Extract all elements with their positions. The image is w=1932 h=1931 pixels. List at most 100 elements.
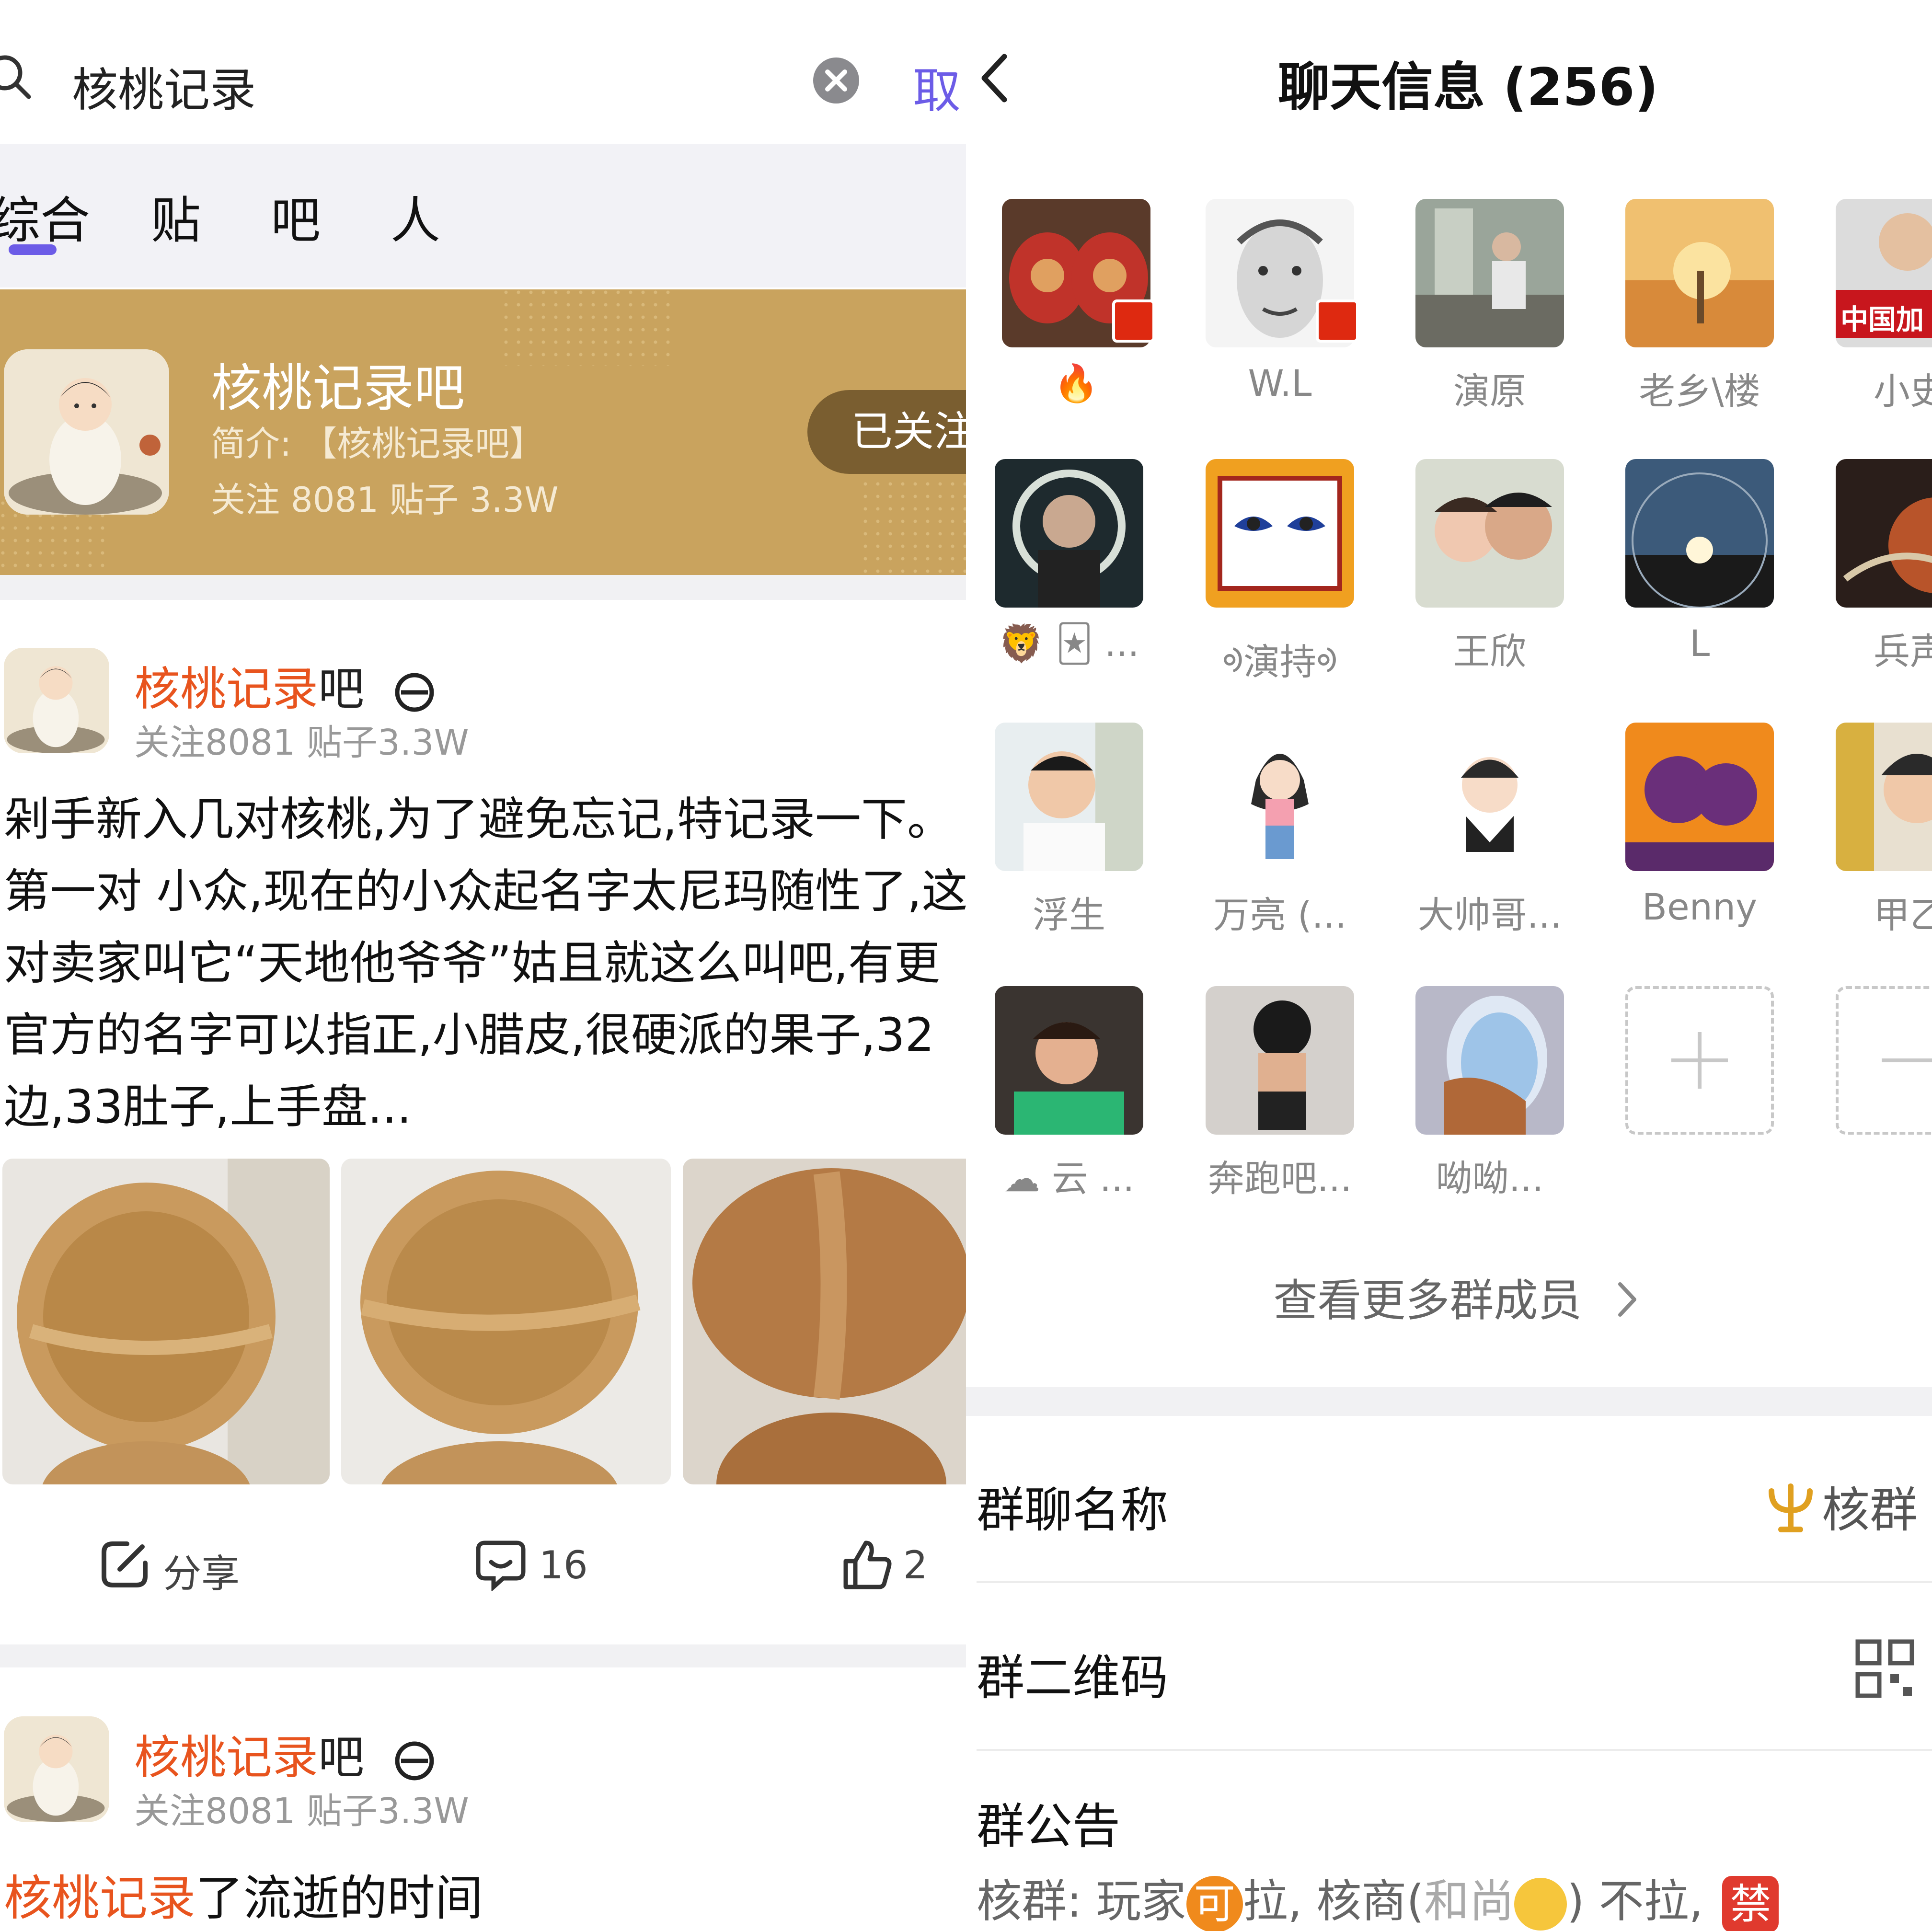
forum-intro: 简介: 【核桃记录吧】 <box>211 424 544 464</box>
page-title: 聊天信息 (256) <box>1278 57 1658 117</box>
member-name: 兵声 <box>1874 630 1932 673</box>
member-name: L <box>1689 622 1710 665</box>
clear-icon[interactable] <box>812 57 860 104</box>
post-text-line: 剁手新入几对核桃,为了避免忘记,特记录一下。 <box>4 793 954 846</box>
see-more-members-link[interactable]: 查看更多群成员 <box>966 1265 1932 1329</box>
row-divider <box>977 1581 1932 1583</box>
member-avatar[interactable]: 兵声 <box>1836 459 1932 684</box>
post-forum-name[interactable]: 核桃记录吧 <box>134 1720 436 1787</box>
member-avatar[interactable]: 万亮 (... <box>1206 723 1354 948</box>
member-avatar[interactable]: 王欣 <box>1415 459 1564 684</box>
avatar-badge-text: 中国加 <box>1840 303 1924 336</box>
member-name: 演原 <box>1453 370 1526 413</box>
see-more-label: 查看更多群成员 <box>1273 1275 1582 1326</box>
member-photo <box>1415 199 1564 347</box>
member-avatar[interactable]: 演原 <box>1415 199 1564 424</box>
post-avatar[interactable] <box>4 648 109 753</box>
member-name: 🔥 <box>1053 362 1099 404</box>
member-photo <box>1415 459 1564 608</box>
cancel-button[interactable]: 取 <box>913 52 961 121</box>
member-avatar[interactable]: ᢀ演持ᢀ <box>1206 459 1354 684</box>
post-forum-name[interactable]: 核桃记录吧 <box>134 652 436 718</box>
comment-icon[interactable] <box>474 1538 527 1593</box>
post-body[interactable]: 剁手新入几对核桃,为了避免忘记,特记录一下。 第一对 小众,现在的小众起名字太尼… <box>4 783 966 1143</box>
member-avatar[interactable]: 甲乙 <box>1836 723 1932 948</box>
share-button[interactable]: 分享 <box>163 1543 240 1598</box>
post-title[interactable]: 核桃记录了流逝的时间 <box>4 1859 483 1929</box>
group-name-value[interactable]: 核群 <box>1760 1471 1918 1546</box>
member-avatar[interactable]: L <box>1625 459 1774 684</box>
search-input[interactable]: 核桃记录 <box>72 53 256 119</box>
member-avatar[interactable]: 奔跑吧... <box>1206 986 1354 1211</box>
post-forum-stats: 关注8081 贴子3.3W <box>134 722 469 763</box>
walnut-photo[interactable] <box>341 1159 671 1484</box>
post-avatar[interactable] <box>4 1716 109 1822</box>
qr-code-icon[interactable] <box>1855 1639 1915 1701</box>
can-badge: 可 <box>1186 1876 1243 1931</box>
screenshot-root: 核桃记录 取 综合 贴 吧 人 核桃记录吧 简介: 【核桃记录吧】 关注 808… <box>0 0 1932 1931</box>
member-name: 甲乙 <box>1874 894 1932 936</box>
member-avatar[interactable]: 老乡\楼 <box>1625 199 1774 424</box>
member-avatar[interactable]: W.L <box>1206 199 1359 424</box>
group-name-text: 核群 <box>1822 1482 1918 1538</box>
remove-member-button[interactable] <box>1836 986 1932 1135</box>
post-text-line: 官方的名字可以指正,小腊皮,很硬派的果子,32 <box>4 1008 934 1062</box>
member-photo <box>995 723 1143 871</box>
row-divider <box>977 1749 1932 1751</box>
forum-level-icon <box>393 1740 436 1782</box>
share-icon[interactable] <box>98 1538 151 1593</box>
member-avatar[interactable]: 🔥 <box>1002 199 1155 424</box>
group-notice-text[interactable]: 核群: 玩家可拉, 核商(和尚) 不拉, 禁 <box>977 1865 1779 1931</box>
like-count[interactable]: 2 <box>903 1543 928 1587</box>
group-name-label[interactable]: 群聊名称 <box>977 1471 1168 1540</box>
title-rest: 了流逝的时间 <box>196 1870 483 1926</box>
chevron-right-icon <box>1615 1278 1639 1329</box>
walnut-photo[interactable] <box>683 1159 966 1484</box>
member-avatar[interactable]: 大帅哥... <box>1415 723 1564 948</box>
post-text-line: 对卖家叫它“天地他爷爷”姑且就这么叫吧,有更 <box>4 936 940 990</box>
qr-code-label[interactable]: 群二维码 <box>977 1639 1168 1708</box>
tab-bar <box>0 144 966 287</box>
notice-segment: 和尚 <box>1424 1875 1515 1928</box>
member-name: Benny <box>1642 885 1758 928</box>
group-notice-label[interactable]: 群公告 <box>977 1787 1120 1857</box>
member-photo <box>1625 723 1774 871</box>
post-forum-stats: 关注8081 贴子3.3W <box>134 1791 469 1832</box>
member-name: 大帅哥... <box>1417 894 1562 936</box>
member-avatar[interactable]: 🦁 🃏 ... <box>995 459 1143 684</box>
search-icon <box>0 54 34 102</box>
add-member-button[interactable] <box>1625 986 1774 1135</box>
tab-people[interactable]: 人 <box>391 180 440 252</box>
section-divider <box>0 1644 966 1667</box>
forum-stats: 关注 8081 贴子 3.3W <box>211 480 559 520</box>
tab-all[interactable]: 综合 <box>0 180 90 252</box>
member-avatar[interactable]: 中国加 小史 <box>1836 199 1932 424</box>
member-name: 呦呦... <box>1436 1157 1544 1200</box>
tab-posts[interactable]: 贴 <box>151 180 201 252</box>
forum-name-suffix: 吧 <box>318 1731 364 1784</box>
member-name: ☁ 云 ... <box>1003 1157 1135 1200</box>
member-name: 老乡\楼 <box>1639 370 1760 413</box>
section-divider <box>0 575 966 600</box>
notice-segment: 核群: 玩家 <box>977 1875 1186 1928</box>
search-results-pane: 核桃记录 取 综合 贴 吧 人 核桃记录吧 简介: 【核桃记录吧】 关注 808… <box>0 0 966 1931</box>
walnut-photo[interactable] <box>2 1159 330 1484</box>
forum-name-highlight: 核桃记录 <box>134 1731 318 1784</box>
post-text-line: 边,33肚子,上手盘... <box>4 1080 412 1134</box>
forbidden-badge: 禁 <box>1722 1876 1779 1931</box>
like-icon[interactable] <box>841 1538 894 1593</box>
dot-pattern-decoration <box>862 481 966 575</box>
member-avatar[interactable]: 呦呦... <box>1415 986 1564 1211</box>
member-photo <box>1625 199 1774 347</box>
member-photo <box>1415 986 1564 1135</box>
notice-segment: 拉, 核商( <box>1242 1875 1424 1928</box>
member-avatar[interactable]: Benny <box>1625 723 1774 948</box>
tab-forums[interactable]: 吧 <box>271 180 321 252</box>
forum-name[interactable]: 核桃记录吧 <box>211 347 465 421</box>
followed-button[interactable]: 已关注 <box>807 390 966 474</box>
member-avatar[interactable]: 浮生 <box>995 723 1143 948</box>
comment-count[interactable]: 16 <box>539 1543 588 1587</box>
forum-avatar[interactable] <box>4 349 169 515</box>
member-avatar[interactable]: ☁ 云 ... <box>995 986 1143 1211</box>
forum-card[interactable]: 核桃记录吧 简介: 【核桃记录吧】 关注 8081 贴子 3.3W 已关注 <box>0 289 966 575</box>
